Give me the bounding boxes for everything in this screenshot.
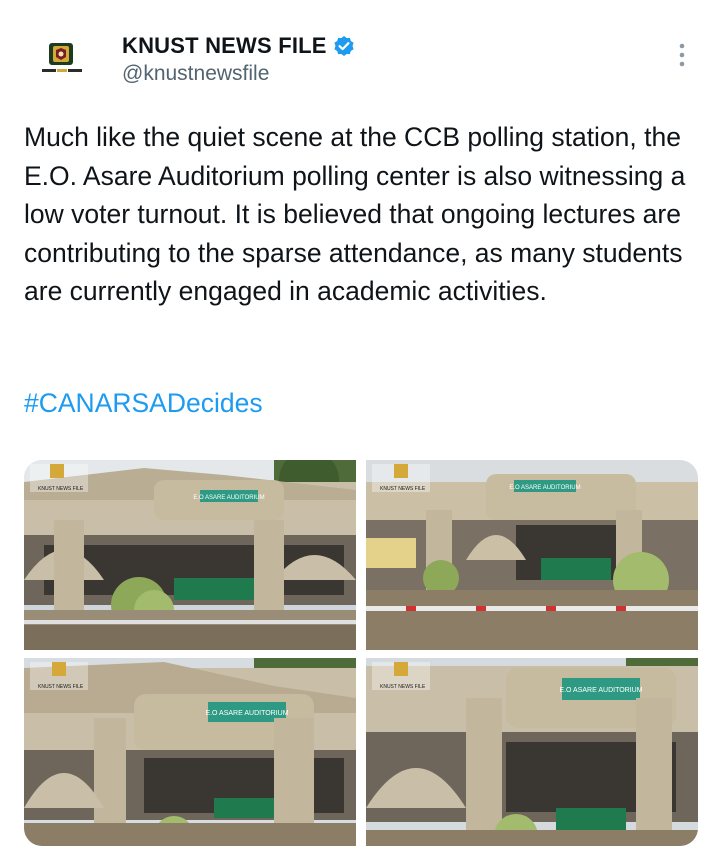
photo-4[interactable]: E.O ASARE AUDITORIUM KNUST NEWS FILE (366, 658, 698, 846)
logo-tagline-icon (42, 69, 82, 72)
photo-2[interactable]: E.O ASARE AUDITORIUM KNUST NEWS FILE (366, 460, 698, 650)
tweet-header: KNUST NEWS FILE @knustnewsfile (0, 0, 720, 110)
hashtag-link[interactable]: #CANARSADecides (24, 388, 263, 419)
more-vertical-icon[interactable] (670, 40, 694, 70)
display-name[interactable]: KNUST NEWS FILE (122, 33, 327, 59)
svg-text:E.O ASARE AUDITORIUM: E.O ASARE AUDITORIUM (509, 485, 580, 491)
auditorium-photo-3: E.O ASARE AUDITORIUM KNUST NEWS FILE (24, 658, 356, 846)
auditorium-photo-4: E.O ASARE AUDITORIUM KNUST NEWS FILE (366, 658, 698, 846)
photo-1[interactable]: E.O ASARE AUDITORIUM KNUST NEWS FILE (24, 460, 356, 650)
knust-logo-icon (49, 43, 73, 65)
svg-text:KNUST NEWS FILE: KNUST NEWS FILE (38, 684, 84, 690)
username-handle[interactable]: @knustnewsfile (122, 62, 269, 86)
verified-badge-icon (334, 36, 354, 56)
avatar[interactable] (26, 30, 96, 90)
svg-text:KNUST NEWS FILE: KNUST NEWS FILE (38, 486, 84, 492)
auditorium-photo-1: E.O ASARE AUDITORIUM KNUST NEWS FILE (24, 460, 356, 650)
svg-text:E.O ASARE AUDITORIUM: E.O ASARE AUDITORIUM (205, 710, 288, 717)
svg-text:KNUST NEWS FILE: KNUST NEWS FILE (380, 684, 426, 690)
svg-text:E.O ASARE AUDITORIUM: E.O ASARE AUDITORIUM (193, 495, 264, 501)
name-row: KNUST NEWS FILE (122, 32, 355, 60)
svg-text:E.O ASARE AUDITORIUM: E.O ASARE AUDITORIUM (559, 687, 642, 694)
svg-text:KNUST NEWS FILE: KNUST NEWS FILE (380, 486, 426, 492)
auditorium-photo-2: E.O ASARE AUDITORIUM KNUST NEWS FILE (366, 460, 698, 650)
tweet-text: Much like the quiet scene at the CCB pol… (24, 122, 686, 307)
photo-3[interactable]: E.O ASARE AUDITORIUM KNUST NEWS FILE (24, 658, 356, 846)
media-grid: E.O ASARE AUDITORIUM KNUST NEWS FILE E.O… (24, 460, 698, 846)
